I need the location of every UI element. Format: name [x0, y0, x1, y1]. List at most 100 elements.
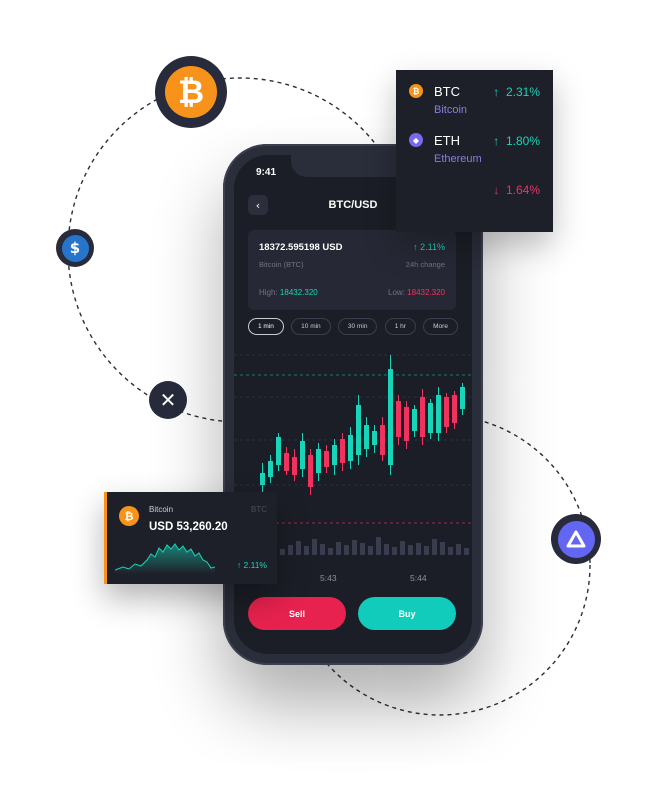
price-card: 18372.595198 USD ↑ 2.11% Bitcoin (BTC) 2…	[248, 230, 456, 310]
volume-bar	[432, 539, 437, 555]
current-price: 18372.595198 USD	[259, 242, 343, 253]
change-label: 24h change	[405, 260, 445, 269]
candle-body	[348, 435, 353, 461]
interval-30min[interactable]: 30 min	[337, 318, 378, 335]
volume-bar	[416, 543, 421, 555]
coin-change-value: 1.64%	[505, 183, 540, 197]
arrow-up-icon: ↑	[413, 242, 418, 252]
candle-body	[340, 439, 345, 463]
volume-bar	[288, 545, 293, 555]
volume-bar	[384, 544, 389, 555]
coin-change: ↓ 1.64%	[493, 183, 540, 197]
volume-bar	[392, 547, 397, 555]
buy-button[interactable]: Buy	[358, 597, 456, 630]
candle-body	[372, 431, 377, 445]
volume-bar	[376, 537, 381, 555]
candle-body	[388, 369, 393, 465]
candle-body	[380, 425, 385, 455]
xrp-icon: ✕	[149, 381, 187, 419]
volume-bar	[408, 545, 413, 555]
candle-body	[420, 397, 425, 437]
status-time: 9:41	[256, 167, 277, 178]
interval-10min[interactable]: 10 min	[291, 318, 331, 335]
interval-1hr[interactable]: 1 hr	[384, 318, 416, 335]
candle-body	[332, 445, 337, 465]
arrow-up-icon: ↑	[493, 85, 500, 99]
volume-bar	[328, 548, 333, 555]
volume-bars	[264, 537, 469, 555]
volume-bar	[296, 541, 301, 555]
coin-name: Bitcoin	[149, 505, 174, 514]
candle-body	[300, 441, 305, 469]
arrow-up-icon: ↑	[493, 134, 500, 148]
volume-bar	[424, 546, 429, 555]
arweave-icon	[551, 514, 601, 564]
volume-bar	[304, 546, 309, 555]
x-tick-label: 5:44	[410, 573, 427, 583]
bitcoin-price-card: ₿ Bitcoin BTC USD 53,260.20 ↑ 2.11%	[104, 492, 277, 584]
price-change-value: 2.11%	[420, 242, 445, 252]
candle-body	[308, 455, 313, 487]
volume-bar	[336, 542, 341, 555]
usd-coin-icon: $	[56, 229, 94, 267]
candle-body	[276, 437, 281, 465]
candle-body	[316, 449, 321, 473]
volume-bar	[360, 543, 365, 555]
market-list-card: ₿ BTC Bitcoin ↑ 2.31% ◆ ETH Ethereum ↑ 1…	[396, 70, 553, 232]
candles	[260, 355, 465, 495]
coin-symbol: BTC	[434, 84, 460, 99]
coin-change-value: 2.31%	[505, 85, 540, 99]
bitcoin-coin-icon: ₿	[155, 56, 227, 128]
volume-bar	[344, 545, 349, 555]
list-item[interactable]: ₿ BTC Bitcoin ↑ 2.31%	[396, 70, 553, 118]
candle-body	[268, 461, 273, 477]
high-value: 18432.320	[279, 288, 318, 297]
interval-selector: 1 min 10 min 30 min 1 hr More	[248, 318, 458, 336]
volume-bar	[320, 544, 325, 555]
coin-symbol: BTC	[251, 505, 267, 514]
candle-body	[428, 403, 433, 433]
sell-button[interactable]: Sell	[248, 597, 346, 630]
candle-body	[412, 409, 417, 431]
coin-symbol: ETH	[434, 133, 460, 148]
volume-bar	[312, 539, 317, 555]
candle-body	[404, 407, 409, 441]
low-label: Low:	[388, 288, 405, 297]
candle-body	[356, 405, 361, 455]
coin-change: ↑ 1.80%	[493, 134, 540, 148]
candle-body	[460, 387, 465, 409]
volume-bar	[280, 549, 285, 555]
candle-body	[284, 453, 289, 471]
coin-change: ↑ 2.31%	[493, 85, 540, 99]
coin-name: Bitcoin	[434, 104, 468, 116]
volume-bar	[368, 546, 373, 555]
volume-bar	[352, 540, 357, 555]
price-change: ↑ 2.11%	[413, 242, 445, 252]
volume-bar	[448, 547, 453, 555]
list-item[interactable]: ◆ ETH Ethereum ↑ 1.80%	[396, 119, 553, 167]
interval-more[interactable]: More	[423, 318, 458, 335]
arrow-up-icon: ↑	[236, 560, 242, 570]
scene: ₿ $ ✕ 9:41 ▮▮▮ ◠ ▬ ‹ BTC/USD ⟳ 18372.595…	[0, 0, 657, 804]
arrow-down-icon: ↓	[493, 183, 500, 197]
high-label: High:	[259, 288, 278, 297]
candle-body	[436, 395, 441, 433]
interval-1min[interactable]: 1 min	[248, 318, 284, 335]
volume-bar	[456, 544, 461, 555]
x-tick-label: 5:43	[320, 573, 337, 583]
asset-name: Bitcoin (BTC)	[259, 260, 304, 269]
candle-body	[324, 451, 329, 467]
sparkline	[115, 543, 215, 574]
candle-body	[444, 397, 449, 427]
candle-body	[292, 457, 297, 475]
coin-change: ↑ 2.11%	[237, 560, 267, 570]
ethereum-icon: ◆	[409, 133, 423, 147]
bitcoin-icon: ₿	[409, 84, 423, 98]
volume-bar	[440, 542, 445, 555]
candle-body	[364, 425, 369, 449]
list-item[interactable]: ↓ 1.64%	[396, 168, 553, 216]
volume-bar	[464, 548, 469, 555]
low-value: 18432.320	[407, 288, 445, 297]
coin-change-value: 2.11%	[243, 560, 267, 570]
coin-price: USD 53,260.20	[149, 521, 228, 533]
